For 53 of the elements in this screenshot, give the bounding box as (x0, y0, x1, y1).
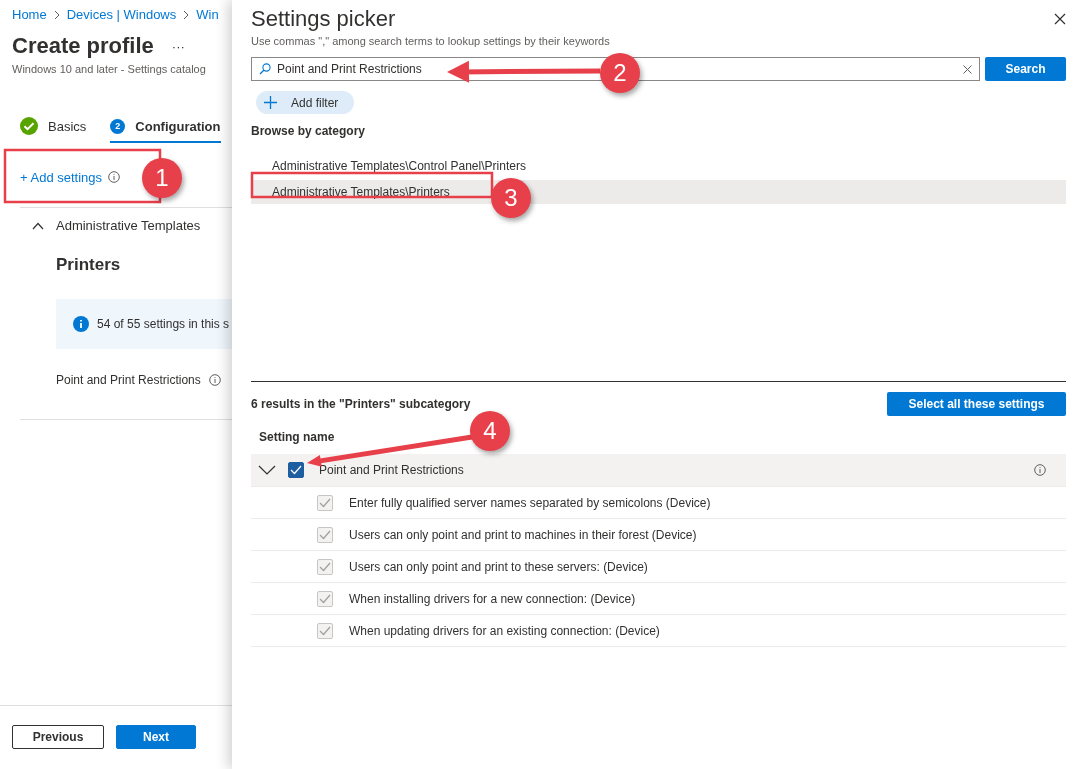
column-header: Setting name (259, 430, 335, 446)
search-button[interactable]: Search (985, 57, 1066, 81)
setting-group-row[interactable]: Point and Print Restrictions (251, 454, 1066, 487)
results-count: 6 results in the "Printers" subcategory (251, 397, 471, 411)
breadcrumb-link[interactable]: Devices | Windows (66, 7, 177, 22)
breadcrumb-link[interactable]: Win (196, 7, 219, 22)
select-all-button[interactable]: Select all these settings (887, 392, 1066, 416)
page-title: Create profile (12, 33, 154, 59)
callout-number: 1 (142, 158, 182, 198)
panel-title: Settings picker (251, 6, 396, 32)
chevron-up-icon[interactable] (32, 221, 44, 230)
breadcrumb-link[interactable]: Home (12, 7, 47, 22)
checkmark-icon (290, 465, 302, 475)
checkmark-icon (319, 497, 331, 508)
previous-button[interactable]: Previous (12, 725, 104, 749)
checkmark-icon (319, 561, 331, 572)
chevron-down-icon[interactable] (258, 465, 276, 475)
wizard-step-tab[interactable]: 2 Configuration (110, 117, 221, 143)
chevron-right-icon (183, 9, 190, 20)
search-icon (259, 63, 271, 75)
checkmark-icon (319, 593, 331, 604)
add-settings-link[interactable]: + Add settings (20, 170, 103, 185)
setting-label: Users can only point and print to machines in their forest (Device) (349, 527, 697, 542)
checkbox[interactable] (288, 462, 304, 478)
setting-label: Users can only point and print to these servers: (Device) (349, 559, 648, 574)
info-icon (73, 316, 89, 332)
setting-label: When installing drivers for a new connection: (Device) (349, 591, 636, 606)
next-button[interactable]: Next (116, 725, 196, 749)
setting-label: Point and Print Restrictions (56, 373, 201, 387)
info-icon (1034, 464, 1046, 476)
wizard-step-tab[interactable]: Basics (20, 117, 87, 143)
category-item[interactable]: Administrative Templates\Control Panel\Printers (251, 154, 1066, 178)
browse-heading: Browse by category (251, 124, 367, 138)
setting-label: Point and Print Restrictions (319, 463, 465, 477)
plus-icon (264, 96, 277, 109)
info-icon (208, 374, 221, 386)
checkmark-icon (319, 625, 331, 636)
step-label: Configuration (135, 118, 221, 134)
setting-label: Enter fully qualified server names separated by semicolons (Device) (349, 495, 711, 510)
section-title: Administrative Templates (56, 218, 201, 233)
chevron-right-icon (53, 9, 60, 20)
checkmark-icon (319, 529, 331, 540)
section-heading: Printers (55, 254, 122, 275)
add-filter-button[interactable]: Add filter (256, 91, 355, 114)
setting-label: When updating drivers for an existing connection: (Device) (349, 623, 660, 638)
info-text: 54 of 55 settings in this s (97, 317, 230, 331)
step-label: Basics (48, 118, 87, 134)
step-number: 2 (110, 118, 126, 134)
page-subtitle: Windows 10 and later - Settings catalog (11, 62, 207, 75)
more-button[interactable]: ··· (171, 38, 185, 54)
info-icon (108, 171, 120, 183)
clear-icon[interactable] (963, 65, 972, 74)
panel-hint: Use commas "," among search terms to lookup settings by their keywords (251, 35, 611, 47)
